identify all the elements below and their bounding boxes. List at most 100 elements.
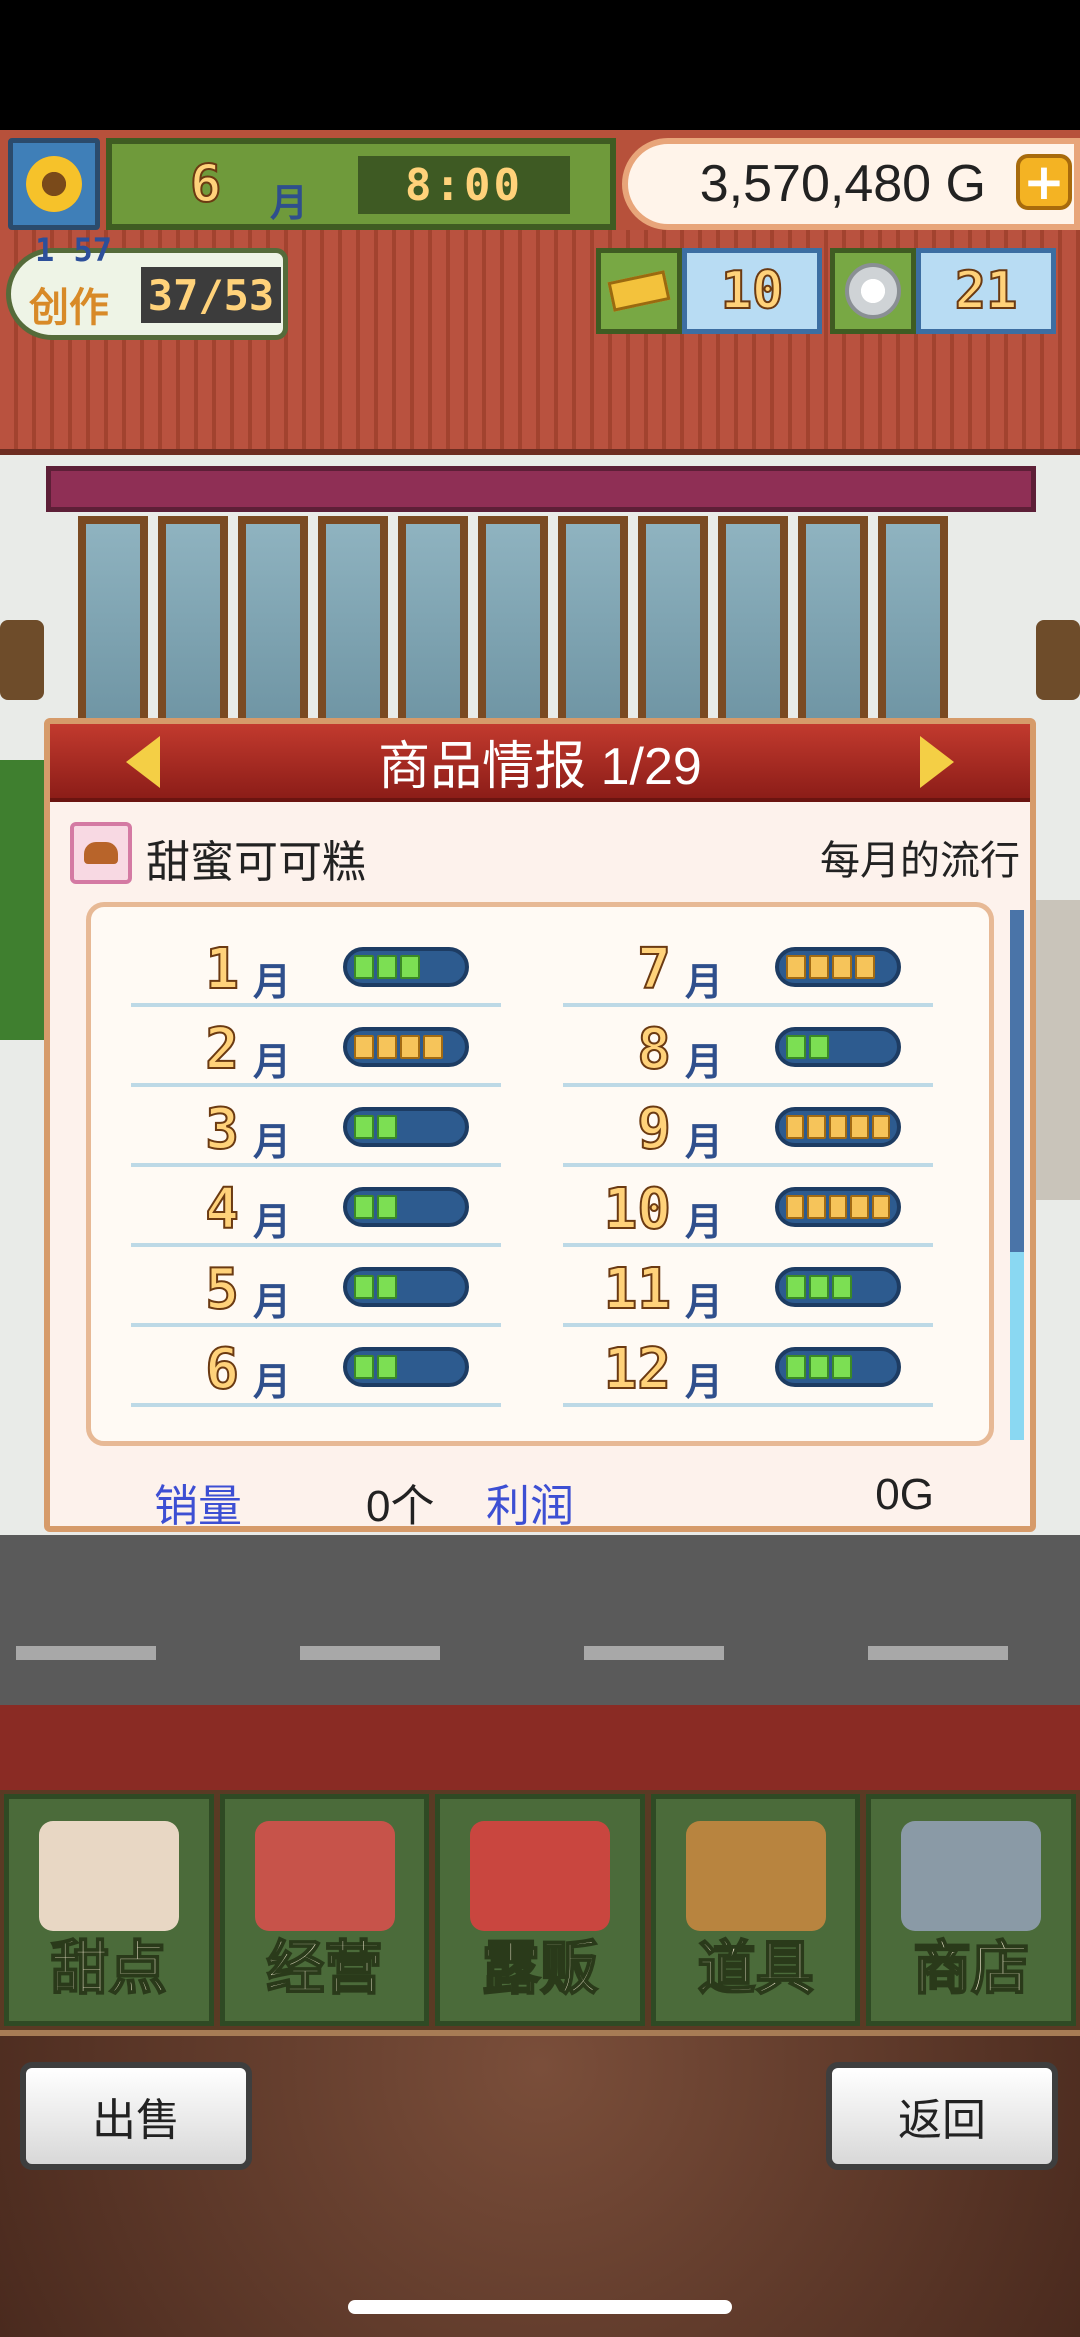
product-row: 甜蜜可可糕 每月的流行 — [70, 820, 1020, 890]
menu-tile-label: 经营 — [265, 1933, 383, 2003]
sales-value: 0个 — [366, 1482, 435, 1531]
trend-level-segment — [809, 1275, 829, 1299]
month-trend-row: 12 月 — [563, 1327, 933, 1407]
current-time: 8:00 — [358, 156, 570, 214]
trend-level-segment — [832, 955, 852, 979]
month-unit: 月 — [685, 1280, 724, 1324]
month-trend-row: 6月 — [131, 1327, 501, 1407]
menu-tile[interactable]: 露贩 — [435, 1794, 645, 2026]
trend-level-bar — [343, 1027, 469, 1067]
menu-tile[interactable]: 经营 — [219, 1794, 430, 2026]
trend-level-segment — [354, 1275, 374, 1299]
month-number: 4 — [204, 1176, 240, 1243]
trend-label: 每月的流行 — [820, 839, 1020, 883]
month-trend-row: 2月 — [131, 1007, 501, 1087]
home-indicator[interactable] — [348, 2300, 732, 2314]
current-month: 6 — [189, 153, 222, 215]
create-level: 1 57 — [35, 231, 113, 269]
trend-level-segment — [786, 1275, 806, 1299]
lane-marking — [16, 1646, 156, 1660]
trend-level-segment — [354, 1115, 374, 1139]
money-amount: 3,570,480 G — [699, 155, 986, 213]
month-number: 10 — [603, 1176, 672, 1243]
sunflower-graphic — [26, 156, 82, 212]
sunflower-icon[interactable] — [8, 138, 100, 230]
trend-level-bar — [775, 1347, 901, 1387]
month-trend-row: 8月 — [563, 1007, 933, 1087]
trend-level-segment — [807, 1115, 826, 1139]
product-info-panel: 商品情报 1/29 甜蜜可可糕 每月的流行 1月2月3月4月5月6月7月8月9月… — [44, 718, 1036, 1532]
month-number: 1 — [204, 936, 240, 1003]
month-unit: 月 — [253, 1360, 292, 1404]
medal-count: 21 — [916, 248, 1056, 334]
month-unit: 月 — [685, 960, 724, 1004]
silver-medal-icon — [830, 248, 916, 334]
trend-level-segment — [855, 955, 875, 979]
menu-tile[interactable]: 甜点 — [4, 1794, 214, 2026]
trend-level-segment — [423, 1035, 443, 1059]
trend-level-segment — [832, 1355, 852, 1379]
shop-awning — [46, 466, 1036, 512]
trend-level-segment — [828, 1115, 848, 1139]
trend-level-bar — [775, 1267, 901, 1307]
lantern-right — [1036, 620, 1080, 700]
create-count: 37/53 — [141, 267, 281, 323]
menu-tile-label: 商店 — [912, 1933, 1030, 2003]
back-button[interactable]: 返回 — [826, 2062, 1058, 2170]
month-unit: 月 — [685, 1200, 724, 1244]
panel-title: 商品情报 1/29 — [378, 737, 702, 796]
product-name: 甜蜜可可糕 — [146, 838, 366, 887]
menu-tile-label: 露贩 — [481, 1933, 599, 2003]
prev-product-arrow-icon[interactable] — [126, 736, 160, 788]
trend-level-bar — [343, 1267, 469, 1307]
month-grid: 1 月 2 月 3 月 4 月 5 月 6 月 7 月 8 月 9 月 10 月 11 月 12 月 — [131, 927, 961, 1427]
menu-tile-label: 道具 — [697, 1933, 815, 2003]
trend-level-segment — [832, 1275, 852, 1299]
trend-level-segment — [400, 1035, 420, 1059]
month-number: 3 — [204, 1096, 240, 1163]
menu-tile-icon — [254, 1821, 395, 1931]
menu-tile-icon — [901, 1821, 1042, 1931]
trend-level-segment — [871, 1195, 891, 1219]
month-trend-row: 7月 — [563, 927, 933, 1007]
trend-level-bar — [343, 1107, 469, 1147]
menu-tile-icon — [685, 1821, 826, 1931]
month-number: 2 — [204, 1016, 240, 1083]
month-unit: 月 — [270, 181, 309, 225]
carpet-strip — [0, 1705, 1080, 1795]
month-trend-row: 3月 — [131, 1087, 501, 1167]
month-trend-row: 10 月 — [563, 1167, 933, 1247]
trend-level-segment — [809, 1035, 829, 1059]
trend-level-segment — [807, 1195, 826, 1219]
shop-windows — [78, 516, 948, 730]
menu-tile[interactable]: 商店 — [866, 1794, 1076, 2026]
trend-level-bar — [775, 947, 901, 987]
scrollbar-thumb[interactable] — [1010, 1252, 1024, 1440]
month-number: 11 — [603, 1256, 672, 1323]
trend-level-segment — [377, 1355, 397, 1379]
sales-label: 销量 — [154, 1482, 242, 1531]
panel-header: 商品情报 1/29 — [50, 724, 1030, 802]
cake-icon — [70, 822, 132, 884]
trend-level-segment — [400, 955, 420, 979]
gold-ticket-count: 10 — [682, 248, 822, 334]
trend-level-segment — [786, 1355, 806, 1379]
month-number: 8 — [636, 1016, 672, 1083]
next-product-arrow-icon[interactable] — [920, 736, 954, 788]
trend-level-segment — [809, 955, 829, 979]
sell-button[interactable]: 出售 — [20, 2062, 252, 2170]
month-trend-row: 4月 — [131, 1167, 501, 1247]
menu-tile-icon — [39, 1821, 179, 1931]
trend-level-segment — [354, 1355, 374, 1379]
status-bar — [0, 0, 1080, 130]
create-points-badge: 1 57 创作 37/53 — [6, 231, 288, 340]
month-number: 7 — [636, 936, 672, 1003]
menu-tile-label: 甜点 — [50, 1933, 168, 2003]
menu-tile[interactable]: 道具 — [650, 1794, 861, 2026]
month-unit: 月 — [253, 960, 292, 1004]
trend-level-bar — [775, 1187, 901, 1227]
trend-level-segment — [786, 1195, 805, 1219]
tree — [0, 760, 50, 1040]
add-money-button[interactable]: + — [1016, 154, 1072, 210]
month-unit: 月 — [253, 1200, 292, 1244]
